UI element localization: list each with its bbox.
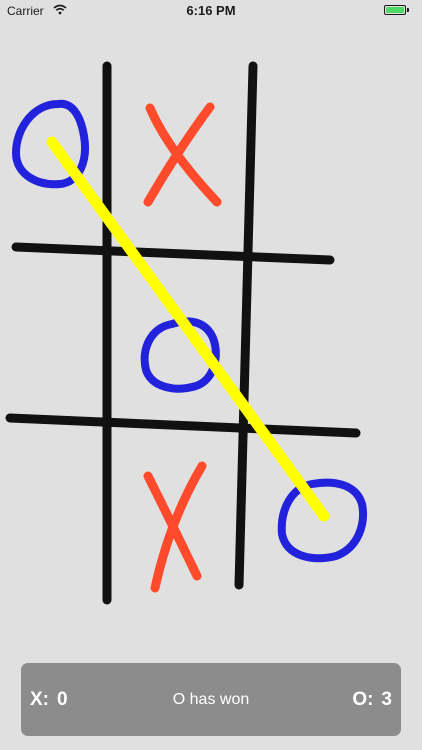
score-o: O: 3 — [352, 689, 392, 711]
game-result: O has won — [172, 691, 250, 708]
x-mark — [143, 461, 207, 593]
score-o-value: 3 — [381, 689, 392, 710]
cell-1[interactable] — [143, 102, 222, 207]
x-mark — [143, 102, 222, 207]
grid-line-horizontal-bottom — [5, 413, 361, 438]
cell-7[interactable] — [143, 461, 207, 593]
score-bar: X: 0 O has won O: 3 — [21, 663, 401, 736]
grid-line-vertical-right — [234, 61, 258, 590]
game-board[interactable] — [0, 0, 422, 640]
grid-line-horizontal-top — [11, 242, 335, 265]
score-o-label: O: — [352, 689, 374, 710]
winning-line — [46, 136, 330, 522]
